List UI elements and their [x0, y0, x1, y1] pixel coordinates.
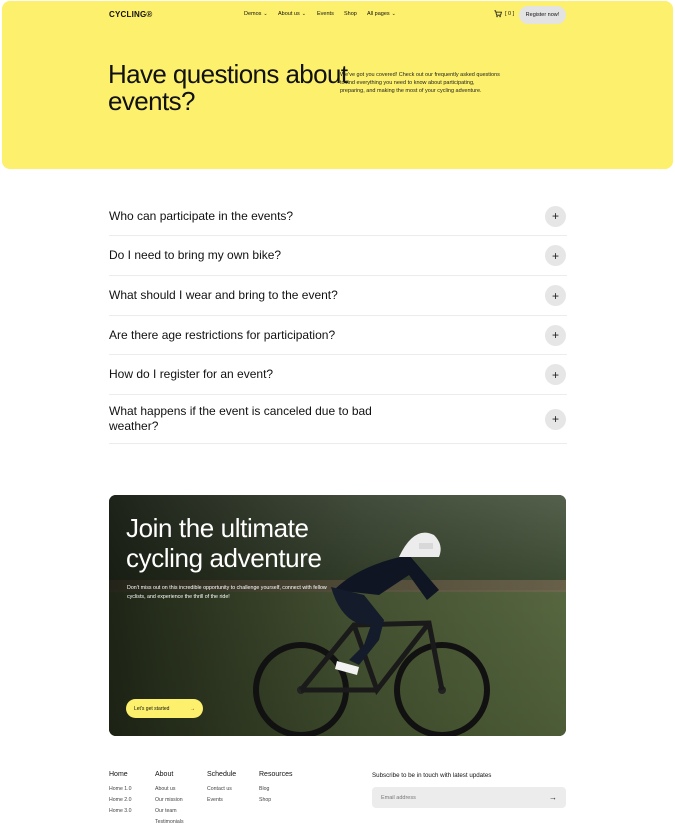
- arrow-right-icon[interactable]: →: [549, 793, 557, 802]
- footer-link[interactable]: Events: [207, 795, 236, 806]
- faq-item[interactable]: What happens if the event is canceled du…: [109, 395, 567, 444]
- top-navigation: CYCLING® Demos ⌄ About us ⌄ Events Shop …: [0, 0, 675, 30]
- register-now-button[interactable]: Register now!: [519, 6, 566, 24]
- nav-item-label: About us: [278, 11, 300, 17]
- hero-description: We've got you covered! Check out our fre…: [340, 72, 500, 94]
- chevron-down-icon: ⌄: [301, 10, 306, 17]
- faq-item[interactable]: Do I need to bring my own bike? +: [109, 236, 567, 276]
- faq-question: Are there age restrictions for participa…: [109, 327, 336, 342]
- plus-icon[interactable]: +: [545, 324, 566, 346]
- faq-list: Who can participate in the events? + Do …: [109, 197, 567, 444]
- faq-question: Do I need to bring my own bike?: [109, 248, 282, 262]
- arrow-right-icon: →: [190, 705, 195, 712]
- plus-icon[interactable]: +: [545, 364, 566, 385]
- nav-item-demos[interactable]: Demos ⌄: [244, 11, 268, 17]
- plus-icon[interactable]: +: [545, 285, 566, 306]
- chevron-down-icon: ⌄: [263, 10, 268, 17]
- footer-heading: Home: [109, 771, 128, 778]
- footer-link[interactable]: Shop: [259, 795, 292, 806]
- banner-title: Join the ultimate cycling adventure: [126, 513, 322, 573]
- banner-description: Don't miss out on this incredible opport…: [127, 585, 327, 600]
- footer-link[interactable]: About us: [155, 784, 184, 795]
- faq-question: Who can participate in the events?: [109, 208, 294, 223]
- footer-heading: Schedule: [207, 771, 237, 778]
- site-logo[interactable]: CYCLING®: [109, 10, 153, 19]
- plus-icon[interactable]: +: [545, 245, 566, 266]
- faq-question: What happens if the event is canceled du…: [109, 404, 372, 433]
- nav-item-all-pages[interactable]: All pages ⌄: [367, 11, 396, 17]
- footer-link[interactable]: Blog: [259, 784, 292, 795]
- plus-icon[interactable]: +: [545, 408, 566, 430]
- cart-count: [ 0 ]: [505, 11, 515, 17]
- footer-heading: Resources: [259, 771, 293, 778]
- nav-item-label: Events: [317, 11, 334, 17]
- email-input[interactable]: Email address: [381, 795, 416, 801]
- footer-column-home: Home Home 1.0 Home 2.0 Home 3.0: [109, 771, 132, 817]
- footer-link[interactable]: Home 1.0: [109, 784, 132, 795]
- plus-icon[interactable]: +: [545, 205, 566, 227]
- faq-item[interactable]: Who can participate in the events? +: [109, 197, 567, 236]
- footer-link[interactable]: Home 3.0: [109, 806, 132, 817]
- nav-item-shop[interactable]: Shop: [344, 11, 357, 17]
- footer-link[interactable]: Our team: [155, 806, 184, 817]
- footer-column-resources: Resources Blog Shop: [259, 771, 292, 806]
- nav-item-label: Demos: [244, 11, 262, 17]
- footer-column-about: About About us Our mission Our team Test…: [155, 771, 184, 828]
- faq-item[interactable]: What should I wear and bring to the even…: [109, 276, 567, 316]
- nav-item-label: Shop: [344, 11, 357, 17]
- cart-button[interactable]: [ 0 ]: [494, 10, 514, 18]
- email-subscribe-field[interactable]: Email address →: [372, 787, 566, 808]
- page-title: Have questions about events?: [108, 59, 348, 116]
- faq-item[interactable]: How do I register for an event? +: [109, 355, 567, 395]
- footer-link[interactable]: Contact us: [207, 784, 236, 795]
- footer-heading: About: [155, 771, 174, 778]
- chevron-down-icon: ⌄: [391, 10, 396, 17]
- footer-link[interactable]: Our mission: [155, 795, 184, 806]
- footer-link[interactable]: Home 2.0: [109, 795, 132, 806]
- faq-question: What should I wear and bring to the even…: [109, 288, 338, 302]
- cta-banner: Join the ultimate cycling adventure Don'…: [109, 495, 566, 736]
- footer-link[interactable]: Testimonials: [155, 817, 184, 828]
- cart-icon: [494, 10, 502, 18]
- nav-item-events[interactable]: Events: [317, 11, 334, 17]
- faq-item[interactable]: Are there age restrictions for participa…: [109, 316, 567, 355]
- faq-question: How do I register for an event?: [109, 367, 274, 381]
- subscribe-title: Subscribe to be in touch with latest upd…: [372, 772, 492, 779]
- button-label: Let's get started: [134, 705, 170, 712]
- nav-item-label: All pages: [367, 11, 390, 17]
- footer-column-schedule: Schedule Contact us Events: [207, 771, 236, 806]
- get-started-button[interactable]: Let's get started →: [126, 699, 203, 718]
- nav-item-about-us[interactable]: About us ⌄: [278, 11, 306, 17]
